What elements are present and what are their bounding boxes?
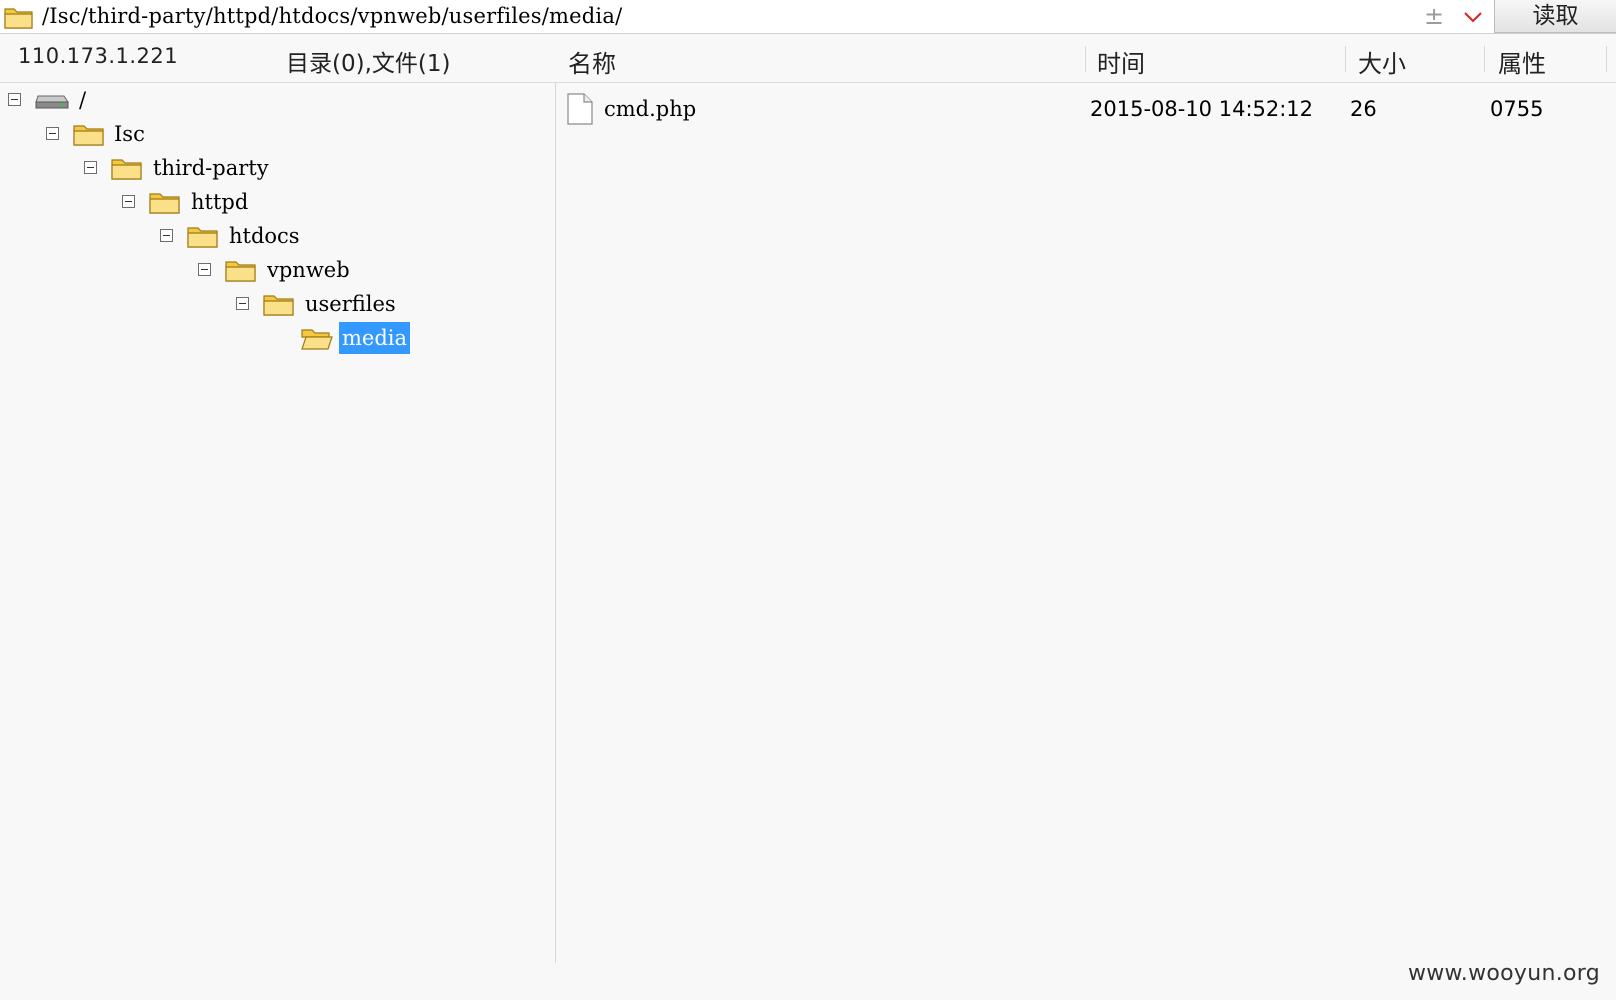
file-size: 26 xyxy=(1350,97,1377,121)
tree-node-label: vpnweb xyxy=(267,258,350,282)
plus-minus-icon[interactable]: ± xyxy=(1424,3,1444,29)
collapse-toggle[interactable] xyxy=(46,127,59,140)
open-folder-icon xyxy=(301,329,333,350)
folder-icon xyxy=(225,261,256,282)
collapse-toggle[interactable] xyxy=(198,263,211,276)
file-name: cmd.php xyxy=(604,97,697,121)
collapse-toggle[interactable] xyxy=(8,93,21,106)
read-button[interactable]: 读取 xyxy=(1494,0,1616,33)
column-header: 110.173.1.221 目录(0),文件(1) 名称 时间 大小 属性 xyxy=(0,34,1616,83)
tree-node-vpnweb[interactable]: vpnweb xyxy=(0,254,360,286)
column-header-attributes[interactable]: 属性 xyxy=(1498,44,1546,79)
collapse-toggle[interactable] xyxy=(84,161,97,174)
directory-tree: / Isc third-party httpd htdocs vpnweb us… xyxy=(0,83,555,963)
folder-icon xyxy=(73,125,104,146)
item-counts: 目录(0),文件(1) xyxy=(286,51,451,77)
drive-icon xyxy=(35,95,69,109)
path-input[interactable]: /Isc/third-party/httpd/htdocs/vpnweb/use… xyxy=(42,0,622,33)
collapse-toggle[interactable] xyxy=(122,195,135,208)
folder-icon xyxy=(111,159,142,180)
column-divider[interactable] xyxy=(1484,46,1485,72)
file-row[interactable]: cmd.php 2015-08-10 14:52:12 26 0755 xyxy=(556,91,1616,127)
folder-icon xyxy=(149,193,180,214)
tree-node-httpd[interactable]: httpd xyxy=(0,186,300,218)
tree-node-label: httpd xyxy=(191,190,249,214)
tree-node-label: htdocs xyxy=(229,224,300,248)
collapse-toggle[interactable] xyxy=(236,297,249,310)
address-bar: /Isc/third-party/httpd/htdocs/vpnweb/use… xyxy=(0,0,1616,34)
folder-icon xyxy=(4,8,33,29)
folder-icon xyxy=(187,227,218,248)
file-icon xyxy=(567,93,593,125)
tree-node-label: userfiles xyxy=(305,292,396,316)
column-header-size[interactable]: 大小 xyxy=(1358,44,1406,79)
chevron-down-icon[interactable] xyxy=(1462,10,1484,24)
tree-node-label: third-party xyxy=(153,156,269,180)
folder-icon xyxy=(263,295,294,316)
file-attributes: 0755 xyxy=(1490,97,1544,121)
column-header-time[interactable]: 时间 xyxy=(1097,44,1145,79)
tree-node-third-party[interactable]: third-party xyxy=(0,152,300,184)
file-time: 2015-08-10 14:52:12 xyxy=(1090,97,1314,121)
tree-node-label: Isc xyxy=(114,122,145,146)
panel-splitter[interactable] xyxy=(555,83,556,963)
tree-node-media[interactable]: media xyxy=(0,322,420,354)
tree-node-isc[interactable]: Isc xyxy=(0,118,200,150)
column-divider[interactable] xyxy=(1606,46,1607,72)
tree-node-root[interactable]: / xyxy=(0,84,200,116)
column-header-name[interactable]: 名称 xyxy=(568,44,616,79)
column-divider[interactable] xyxy=(1085,46,1086,72)
tree-node-label: media xyxy=(339,322,411,354)
column-divider[interactable] xyxy=(1345,46,1346,72)
watermark: www.wooyun.org xyxy=(1407,961,1600,986)
host-ip: 110.173.1.221 xyxy=(18,44,179,68)
tree-node-label: / xyxy=(79,88,87,112)
tree-node-userfiles[interactable]: userfiles xyxy=(0,288,420,320)
tree-node-htdocs[interactable]: htdocs xyxy=(0,220,330,252)
collapse-toggle[interactable] xyxy=(160,229,173,242)
